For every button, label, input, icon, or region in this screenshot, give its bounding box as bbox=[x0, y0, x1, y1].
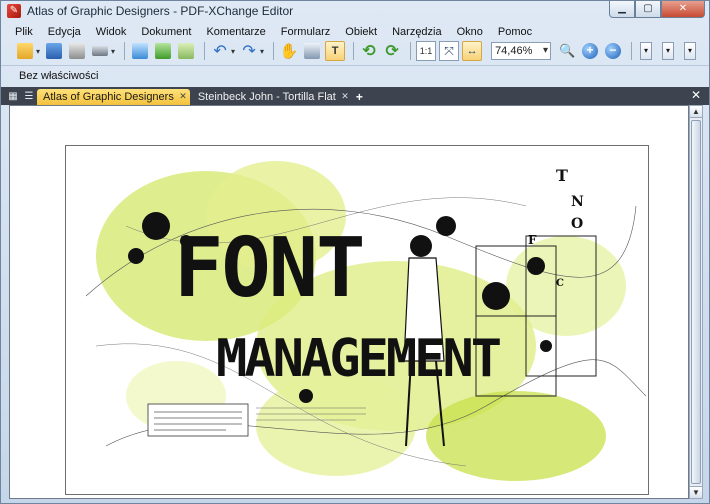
scroll-up-icon[interactable]: ▲ bbox=[690, 106, 702, 118]
zoom-out-icon[interactable]: − bbox=[603, 41, 623, 61]
close-document-icon[interactable]: ✕ bbox=[691, 88, 701, 102]
redo-icon[interactable]: ↷ bbox=[239, 41, 259, 61]
open-dropdown-icon[interactable]: ▾ bbox=[36, 47, 40, 56]
svg-text:C: C bbox=[556, 278, 564, 289]
poster-title-line1: FONT bbox=[174, 221, 363, 316]
properties-bar: Bez właściwości bbox=[1, 65, 709, 85]
redo-dropdown-icon[interactable]: ▾ bbox=[260, 47, 264, 56]
snapshot-icon[interactable] bbox=[302, 41, 322, 61]
scroll-down-icon[interactable]: ▼ bbox=[690, 486, 702, 498]
zoom-in-icon[interactable]: + bbox=[580, 41, 600, 61]
hand-tool-icon[interactable]: ✋ bbox=[279, 41, 299, 61]
menu-formularz[interactable]: Formularz bbox=[281, 26, 331, 38]
tab-close-icon[interactable]: ✕ bbox=[341, 88, 349, 104]
app-window: ✎ Atlas of Graphic Designers - PDF-XChan… bbox=[0, 0, 710, 504]
actual-size-icon[interactable]: 1:1 bbox=[416, 41, 437, 61]
print-icon[interactable] bbox=[67, 41, 87, 61]
poster-title-line2: MANAGEMENT bbox=[216, 329, 501, 389]
tab-atlas[interactable]: Atlas of Graphic Designers ✕ bbox=[37, 89, 190, 105]
menu-pomoc[interactable]: Pomoc bbox=[498, 26, 532, 38]
save-icon[interactable] bbox=[44, 41, 64, 61]
export-icon[interactable] bbox=[176, 41, 196, 61]
svg-text:T: T bbox=[556, 166, 568, 185]
toolbar-options-1-icon[interactable]: ▾ bbox=[640, 42, 653, 60]
page-artwork: T N O F C FONT MANAGEMENT bbox=[85, 161, 647, 481]
menu-edycja[interactable]: Edycja bbox=[48, 26, 81, 38]
document-tabs: ▦ ☰ Atlas of Graphic Designers ✕ Steinbe… bbox=[1, 87, 709, 105]
scanner-dropdown-icon[interactable]: ▾ bbox=[111, 47, 115, 56]
menu-obiekt[interactable]: Obiekt bbox=[345, 26, 377, 38]
rotate-left-icon[interactable]: ⟲ bbox=[359, 41, 379, 61]
new-tab-icon[interactable]: + bbox=[356, 89, 363, 105]
scanner-icon[interactable] bbox=[90, 41, 110, 61]
toolbar-separator bbox=[631, 42, 633, 60]
close-button[interactable]: ✕ bbox=[661, 1, 705, 18]
toolbar-separator bbox=[204, 42, 206, 60]
fit-width-icon[interactable]: ↔ bbox=[462, 41, 483, 61]
properties-label: Bez właściwości bbox=[19, 69, 99, 82]
tab-menu-icon[interactable]: ☰ bbox=[21, 89, 37, 105]
title-bar: ✎ Atlas of Graphic Designers - PDF-XChan… bbox=[1, 1, 709, 21]
menu-okno[interactable]: Okno bbox=[457, 26, 483, 38]
scroll-thumb[interactable] bbox=[691, 120, 701, 484]
tab-list-icon[interactable]: ▦ bbox=[5, 89, 21, 105]
svg-text:N: N bbox=[571, 194, 584, 210]
window-controls: ▁ ▢ ✕ bbox=[609, 1, 705, 18]
tab-steinbeck-label: Steinbeck John - Tortilla Flat bbox=[197, 91, 336, 103]
toolbar-separator bbox=[353, 42, 355, 60]
window-title: Atlas of Graphic Designers - PDF-XChange… bbox=[27, 4, 294, 18]
toolbar-options-2-icon[interactable]: ▾ bbox=[662, 42, 675, 60]
open-folder-icon[interactable] bbox=[15, 41, 35, 61]
menu-widok[interactable]: Widok bbox=[96, 26, 127, 38]
select-text-icon[interactable]: T bbox=[325, 41, 346, 61]
toolbar-options-3-icon[interactable]: ▾ bbox=[684, 42, 697, 60]
tab-steinbeck[interactable]: Steinbeck John - Tortilla Flat ✕ bbox=[192, 89, 352, 105]
tab-atlas-label: Atlas of Graphic Designers bbox=[43, 91, 174, 103]
menu-dokument[interactable]: Dokument bbox=[141, 26, 191, 38]
minimize-button[interactable]: ▁ bbox=[609, 1, 635, 18]
svg-text:F: F bbox=[528, 233, 537, 247]
undo-dropdown-icon[interactable]: ▾ bbox=[231, 47, 235, 56]
main-toolbar: ▾ ▾ ↶ ▾ ↷ ▾ ✋ T ⟲ ⟳ 1:1 ⤧ ↔ 74,46% 🔍 + −… bbox=[1, 39, 709, 63]
fit-page-icon[interactable]: ⤧ bbox=[439, 41, 460, 61]
pdf-page: T N O F C FONT MANAGEMENT bbox=[65, 145, 649, 495]
import-icon[interactable] bbox=[153, 41, 173, 61]
pdf-app-icon: ✎ bbox=[7, 4, 21, 18]
menu-komentarze[interactable]: Komentarze bbox=[206, 26, 265, 38]
tab-close-icon[interactable]: ✕ bbox=[179, 88, 187, 104]
svg-text:O: O bbox=[571, 216, 583, 232]
toolbar-separator bbox=[410, 42, 412, 60]
vertical-scrollbar[interactable]: ▲ ▼ bbox=[689, 105, 703, 499]
undo-icon[interactable]: ↶ bbox=[210, 41, 230, 61]
email-icon[interactable] bbox=[130, 41, 150, 61]
toolbar-separator bbox=[124, 42, 126, 60]
zoom-select[interactable]: 74,46% bbox=[491, 42, 552, 60]
menu-narzedzia[interactable]: Narzędzia bbox=[392, 26, 442, 38]
toolbar-separator bbox=[273, 42, 275, 60]
maximize-button[interactable]: ▢ bbox=[635, 1, 661, 18]
zoom-marquee-icon[interactable]: 🔍 bbox=[557, 41, 577, 61]
menu-plik[interactable]: Plik bbox=[15, 26, 33, 38]
rotate-right-icon[interactable]: ⟳ bbox=[382, 41, 402, 61]
